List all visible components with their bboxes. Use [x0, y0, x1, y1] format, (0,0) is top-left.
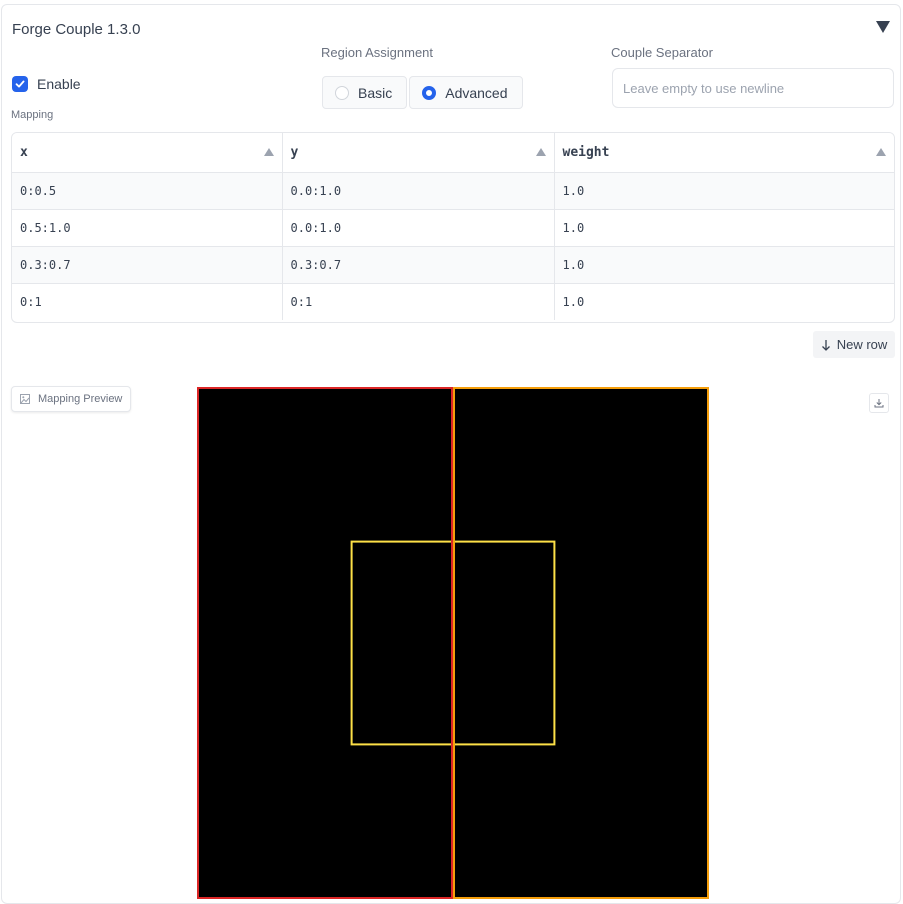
table-row: 0:0.5 0.0:1.0 1.0 — [12, 172, 894, 210]
column-header-x[interactable]: x — [12, 133, 283, 173]
region-assignment-label: Region Assignment — [321, 45, 434, 60]
sort-arrow-icon[interactable] — [876, 148, 886, 156]
radio-basic[interactable]: Basic — [322, 76, 408, 109]
check-icon — [15, 80, 25, 88]
mapping-label: Mapping — [11, 109, 54, 121]
column-header-weight[interactable]: weight — [554, 133, 894, 173]
table-cell[interactable]: 0.0:1.0 — [282, 172, 555, 210]
image-icon — [20, 394, 30, 404]
mapping-table: x y weight 0:0.5 0.0:1.0 1.0 0.5:1.0 0.0… — [11, 132, 895, 323]
table-cell[interactable]: 0:1 — [12, 283, 283, 320]
enable-label: Enable — [37, 76, 81, 92]
table-cell[interactable]: 1.0 — [554, 209, 894, 247]
table-row: 0.5:1.0 0.0:1.0 1.0 — [12, 209, 894, 247]
sort-arrow-icon[interactable] — [263, 148, 274, 156]
enable-checkbox-row[interactable]: Enable — [12, 76, 81, 92]
column-header-y-label: y — [290, 144, 299, 160]
table-row: 0:1 0:1 1.0 — [12, 283, 894, 320]
radio-basic-circle[interactable] — [335, 85, 349, 100]
table-cell[interactable]: 0.0:1.0 — [282, 209, 555, 247]
sort-arrow-icon[interactable] — [535, 148, 546, 156]
radio-advanced[interactable]: Advanced — [409, 76, 523, 109]
mapping-preview-text: Mapping Preview — [38, 393, 123, 405]
download-icon — [874, 399, 884, 408]
table-cell[interactable]: 0.5:1.0 — [12, 209, 283, 247]
region-assignment-radio-group: Basic Advanced — [322, 76, 523, 109]
column-header-weight-label: weight — [562, 144, 610, 160]
column-header-y[interactable]: y — [282, 133, 555, 173]
new-row-label: New row — [836, 337, 888, 352]
radio-basic-label: Basic — [358, 84, 393, 101]
arrow-down-icon — [821, 339, 830, 351]
forge-couple-panel: Forge Couple 1.3.0 Enable Region Assignm… — [1, 4, 901, 904]
collapse-triangle-icon[interactable] — [876, 21, 890, 33]
enable-checkbox[interactable] — [12, 76, 28, 92]
radio-advanced-label: Advanced — [445, 84, 508, 101]
table-cell[interactable]: 0.3:0.7 — [12, 246, 283, 284]
table-cell[interactable]: 0:1 — [282, 283, 555, 320]
table-row: 0.3:0.7 0.3:0.7 1.0 — [12, 246, 894, 284]
mapping-preview-label: Mapping Preview — [11, 386, 132, 412]
table-cell[interactable]: 0:0.5 — [12, 172, 283, 210]
mapping-preview-image — [197, 387, 709, 899]
panel-title: Forge Couple 1.3.0 — [12, 21, 141, 38]
table-cell[interactable]: 1.0 — [554, 283, 894, 320]
radio-advanced-circle[interactable] — [422, 85, 437, 100]
table-cell[interactable]: 0.3:0.7 — [282, 246, 555, 284]
couple-separator-input[interactable] — [612, 68, 894, 108]
column-header-x-label: x — [20, 144, 28, 160]
table-cell[interactable]: 1.0 — [554, 172, 894, 210]
download-button[interactable] — [869, 393, 889, 413]
couple-separator-label: Couple Separator — [611, 45, 713, 60]
table-cell[interactable]: 1.0 — [554, 246, 894, 284]
new-row-button[interactable]: New row — [813, 331, 895, 358]
